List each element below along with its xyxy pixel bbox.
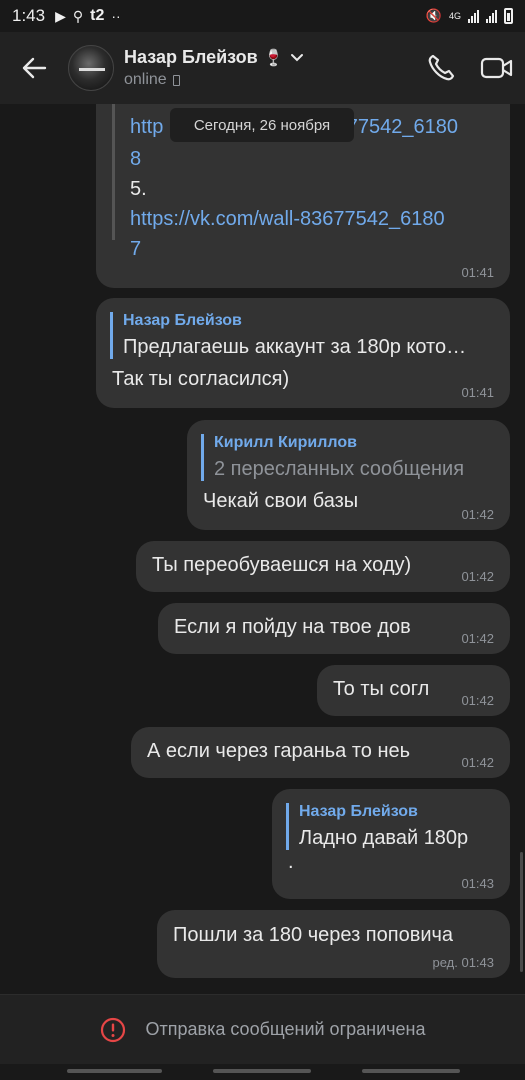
- reply-author: Назар Блейзов: [299, 803, 418, 820]
- chevron-down-icon[interactable]: [290, 53, 304, 63]
- message-bubble[interactable]: Кирилл Кириллов 2 пересланных сообщения …: [187, 420, 510, 530]
- date-divider: Сегодня, 26 ноября: [170, 108, 354, 142]
- message-text: Пошли за 180 через поповича: [173, 924, 454, 946]
- reply-author: Кирилл Кириллов: [214, 434, 357, 451]
- arrow-left-icon: [22, 57, 47, 79]
- reply-quote[interactable]: Назар Блейзов Предлагаешь аккаунт за 180…: [110, 312, 466, 359]
- message-time: 01:41: [461, 265, 494, 280]
- back-button[interactable]: [0, 32, 68, 104]
- message-bubble[interactable]: Назар Блейзов Ладно давай 180р . 01:43: [272, 789, 510, 899]
- mute-icon: 🔇: [425, 8, 442, 23]
- battery-icon: [504, 8, 513, 24]
- signal-icon: [468, 9, 479, 23]
- play-icon: ▶: [55, 7, 66, 24]
- message-bubble[interactable]: Ты переобуваешся на ходу) 01:42: [136, 541, 510, 592]
- video-camera-icon: [480, 57, 513, 79]
- reply-text: Ладно давай 180р: [299, 827, 469, 849]
- message-text: Так ты согласился): [112, 368, 290, 390]
- link-text[interactable]: http: [130, 116, 163, 138]
- nav-back-button[interactable]: [362, 1069, 460, 1073]
- system-nav-bar: [0, 1064, 525, 1080]
- message-bubble[interactable]: А если через гараньа то неь 01:42: [131, 727, 510, 778]
- status-time: 1:43: [12, 6, 46, 25]
- message-bubble[interactable]: Если я пойду на твое дов 01:42: [158, 603, 510, 654]
- message-bubble[interactable]: То ты согл 01:42: [317, 665, 510, 716]
- more-dots-icon: ··: [111, 8, 121, 24]
- restriction-banner: Отправка сообщений ограничена: [0, 994, 525, 1064]
- reply-quote[interactable]: Назар Блейзов Ладно давай 180р: [286, 803, 468, 850]
- video-call-button[interactable]: [469, 32, 525, 104]
- list-number: 5.: [130, 178, 147, 200]
- nav-home-button[interactable]: [213, 1069, 311, 1073]
- message-text: То ты согл: [333, 678, 430, 700]
- mobile-device-icon: [172, 74, 180, 86]
- message-time: ред. 01:43: [432, 955, 494, 970]
- message-time: 01:43: [461, 876, 494, 891]
- message-bubble[interactable]: Пошли за 180 через поповича ред. 01:43: [157, 910, 510, 978]
- message-time: 01:42: [461, 693, 494, 708]
- link-text[interactable]: https://vk.com/wall-83677542_6180: [130, 204, 458, 234]
- forward-line: [112, 104, 115, 240]
- message-time: 01:42: [461, 631, 494, 646]
- message-text: Чекай свои базы: [203, 490, 359, 512]
- chat-header: Назар Блейзов 🍷 online: [0, 32, 525, 104]
- carrier-label: t2: [90, 7, 105, 24]
- reply-quote[interactable]: Кирилл Кириллов 2 пересланных сообщения: [201, 434, 464, 481]
- network-label: 4G: [448, 11, 461, 21]
- message-list[interactable]: Сегодня, 26 ноября http 83677542_6180 8 5…: [0, 104, 525, 994]
- message-text: Если я пойду на твое дов: [174, 616, 411, 638]
- search-icon: ⚲: [72, 7, 84, 24]
- phone-icon: [428, 54, 455, 81]
- restriction-text: Отправка сообщений ограничена: [145, 1019, 426, 1039]
- message-time: 01:42: [461, 569, 494, 584]
- reply-author: Назар Блейзов: [123, 312, 242, 329]
- reply-text: Предлагаешь аккаунт за 180р кото…: [123, 336, 467, 358]
- message-text: .: [288, 851, 294, 873]
- status-bar: 1:43 ▶ ⚲ t2 ·· 🔇 4G: [0, 0, 525, 32]
- contact-name: Назар Блейзов: [124, 47, 258, 67]
- scrollbar[interactable]: [520, 852, 523, 972]
- nav-recent-button[interactable]: [67, 1069, 162, 1073]
- message-text: Ты переобуваешся на ходу): [152, 554, 412, 576]
- message-bubble[interactable]: Назар Блейзов Предлагаешь аккаунт за 180…: [96, 298, 510, 408]
- call-button[interactable]: [413, 32, 469, 104]
- online-status: online: [124, 71, 167, 88]
- message-time: 01:42: [461, 507, 494, 522]
- emoji-wine-glass: 🍷: [263, 49, 284, 67]
- reply-text: 2 пересланных сообщения: [214, 458, 465, 480]
- contact-info[interactable]: Назар Блейзов 🍷 online: [124, 47, 413, 89]
- message-time: 01:42: [461, 755, 494, 770]
- message-time: 01:41: [461, 385, 494, 400]
- message-text: А если через гараньа то неь: [147, 740, 411, 762]
- signal-icon-2: [486, 9, 497, 23]
- link-text[interactable]: 8: [130, 144, 458, 174]
- link-text[interactable]: 7: [130, 234, 458, 264]
- alert-circle-icon: [100, 1017, 125, 1042]
- avatar[interactable]: [68, 45, 114, 91]
